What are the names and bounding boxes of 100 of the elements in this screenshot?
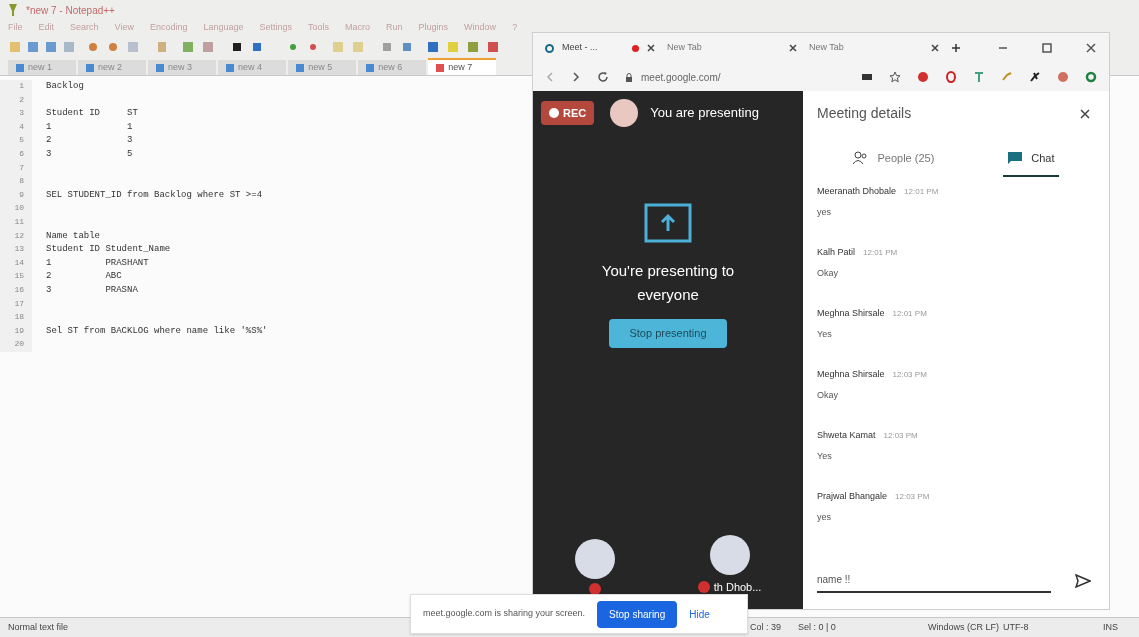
sender-name: Kalh Patil [817,245,856,259]
message-time: 12:03 PM [895,490,930,503]
line-number: 20 [0,338,32,352]
line-number: 10 [0,202,32,216]
line-number: 18 [0,311,32,325]
window-title: *new 7 - Notepad++ [26,3,115,18]
code-line: Backlog [45,80,84,94]
message-text: Okay [817,267,839,280]
file-icon [366,63,375,72]
send-icon[interactable] [1075,573,1091,588]
code-line: 3 5 [45,148,133,161]
editor-tab[interactable]: new 5 [288,60,357,75]
menu-item[interactable]: View [114,21,134,35]
tab-label: new 7 [448,60,474,74]
editor-tab[interactable]: new 3 [148,60,217,75]
forward-icon[interactable] [571,71,581,83]
chat-icon [1007,151,1024,166]
menu-item[interactable]: Plugins [418,21,449,35]
people-icon [853,151,870,166]
line-number: 8 [0,175,32,189]
tab-label: new 6 [378,60,404,74]
code-line: SEL STUDENT_ID from Backlog where ST >=4 [45,188,263,202]
menu-item[interactable]: Tools [308,21,330,35]
status-file-type: Normal text file [8,620,70,634]
recording-badge: REC [541,100,595,126]
close-tab-icon[interactable] [647,44,655,52]
new-tab-icon[interactable] [951,43,961,53]
sender-name: Meeranath Dhobale [817,184,897,198]
line-number: 13 [0,243,32,257]
menu-item[interactable]: Macro [345,21,371,35]
tab-title: New Tab [809,41,845,55]
tab-label: new 2 [98,60,124,74]
menu-item[interactable]: Settings [259,21,293,35]
message-time: 12:03 PM [883,429,918,442]
presenting-label: You are presenting [650,104,759,123]
panel-tab[interactable]: Chat [1003,150,1059,177]
editor-tab[interactable]: new 6 [358,60,427,75]
record-icon [549,108,559,118]
close-icon[interactable] [1079,107,1091,120]
editor-tab[interactable]: new 2 [78,60,147,75]
line-number: 3 [0,107,32,121]
avatar [610,99,639,127]
present-screen-icon [644,203,692,243]
code-line: 2 ABC [45,270,122,284]
tab-label: new 4 [238,60,264,74]
code-line: Student ID Student_Name [45,243,171,257]
close-icon[interactable] [1085,42,1097,54]
editor-tab[interactable]: new 1 [8,60,77,75]
meet-icon [545,43,554,53]
menu-item[interactable]: Run [386,21,403,35]
star-icon[interactable] [889,71,901,83]
tab-title: New Tab [667,41,703,55]
close-tab-icon[interactable] [931,44,939,52]
menu-item[interactable]: File [8,21,23,35]
browser-tab[interactable]: New Tab [667,41,797,55]
reload-icon[interactable] [597,71,609,83]
browser-tab[interactable]: New Tab [809,41,939,55]
code-line: Name table [45,229,100,243]
editor-tab[interactable]: new 7 [428,58,497,75]
presenting-message: You're presenting to everyone [600,261,736,305]
address-bar[interactable]: meet.google.com/ [625,69,845,85]
menu-item[interactable]: Edit [38,21,55,35]
tab-title: Meet - ... [562,41,599,55]
sender-name: Prajwal Bhangale [817,489,888,503]
stop-presenting-button[interactable]: Stop presenting [609,319,727,348]
chat-input-field[interactable]: name !! [817,568,1051,593]
menu-item[interactable]: Encoding [149,21,188,35]
extension-icon[interactable] [1029,71,1041,83]
panel-tab[interactable]: People (25) [849,150,939,177]
message-time: 12:01 PM [863,246,898,259]
code-line: 1 PRASHANT [45,256,149,270]
maximize-icon[interactable] [1041,42,1053,54]
app-logo-icon [8,3,18,17]
panel-title: Meeting details [817,104,912,123]
line-number: 5 [0,134,32,148]
message-time: 12:01 PM [904,185,939,198]
tab-label: new 1 [28,60,54,74]
message-text: Yes [817,328,833,341]
participant-name: th Dhob... [713,579,762,595]
file-icon [16,63,24,72]
code-line: Sel ST from BACKLOG where name like '%S%' [45,324,268,338]
editor-tab[interactable]: new 4 [218,60,287,75]
menu-item[interactable]: ? [512,21,518,35]
code-line: 2 3 [45,134,133,148]
hide-button[interactable]: Hide [689,606,710,622]
menu-item[interactable]: Search [70,21,99,35]
participant-avatar [709,534,750,575]
menu-item[interactable]: Window [464,21,497,35]
message-text: Okay [817,389,839,402]
code-line: 1 1 [45,120,133,134]
close-tab-icon[interactable] [789,44,797,52]
menu-item[interactable]: Language [203,21,244,35]
cast-icon[interactable] [861,72,873,82]
message-text: yes [817,206,832,219]
message-text: Yes [817,450,833,463]
browser-tab[interactable]: Meet - ... [545,41,655,55]
file-icon [226,63,235,72]
stop-sharing-button[interactable]: Stop sharing [597,600,678,628]
status-mode: INS [1103,620,1118,634]
line-number: 1 [0,80,32,94]
